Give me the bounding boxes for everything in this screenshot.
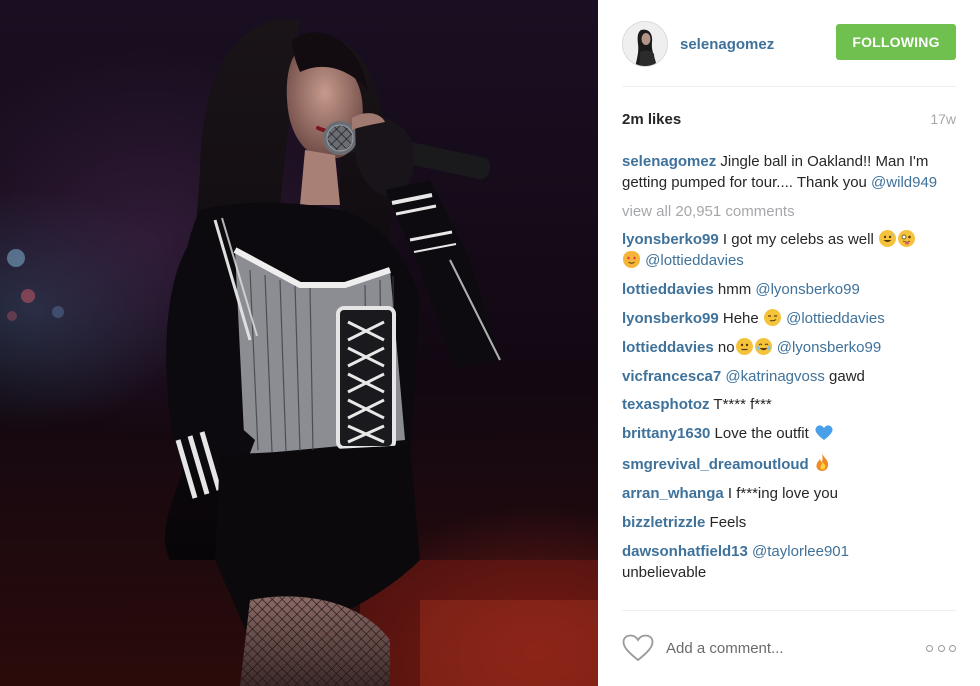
concert-photo <box>7 19 598 686</box>
footer-divider <box>622 610 956 611</box>
fire-emoji-icon <box>814 453 831 472</box>
heart-outline-icon[interactable] <box>622 634 654 662</box>
comment-item: lottieddavies hmm @lyonsberko99 <box>622 280 956 301</box>
comment-username[interactable]: arran_whanga <box>622 485 724 502</box>
blue-heart-emoji-icon <box>814 424 834 441</box>
username-link[interactable]: selenagomez <box>680 36 774 53</box>
caption-mention[interactable]: @wild949 <box>871 174 937 191</box>
post-photo[interactable] <box>0 0 598 686</box>
post-details-panel: selenagomez FOLLOWING 2m likes 17w selen… <box>598 0 980 686</box>
comment-username[interactable]: lyonsberko99 <box>622 310 719 327</box>
comment-mention[interactable]: @lottieddavies <box>645 252 744 269</box>
comment-text: Feels <box>705 514 747 532</box>
more-options-icon[interactable] <box>926 643 956 653</box>
comment-username[interactable]: texasphotoz <box>622 396 710 413</box>
comment-text: Love the outfit <box>710 425 813 443</box>
comment-text: I f***ing love you <box>723 485 838 503</box>
comment-item: texasphotoz T**** f*** <box>622 395 956 416</box>
likes-row: 2m likes 17w <box>622 108 956 130</box>
post-header: selenagomez FOLLOWING <box>622 14 956 74</box>
smirk-emoji-icon <box>763 308 781 326</box>
view-all-comments-link[interactable]: view all 20,951 comments <box>622 202 956 222</box>
comment-username[interactable]: dawsonhatfield13 <box>622 543 748 560</box>
comment-item: lyonsberko99 Hehe @lottieddavies <box>622 308 956 330</box>
comment-username[interactable]: lyonsberko99 <box>622 231 719 248</box>
comment-username[interactable]: smgrevival_dreamoutloud <box>622 456 809 473</box>
comment-item: bizzletrizzle Feels <box>622 513 956 534</box>
comment-footer: Add a comment... <box>622 627 956 669</box>
profile-photo-icon <box>623 22 667 66</box>
comment-username[interactable]: bizzletrizzle <box>622 514 705 531</box>
following-button[interactable]: FOLLOWING <box>836 24 956 60</box>
comment-text <box>809 456 813 473</box>
comment-username[interactable]: lottieddavies <box>622 281 714 298</box>
comment-text-after: gawd <box>824 367 865 385</box>
comment-item: lyonsberko99 I got my celebs as well @lo… <box>622 229 956 271</box>
heart-eyes-cat-emoji-icon <box>623 250 640 268</box>
comments-list: selenagomez Jingle ball in Oakland!! Man… <box>622 152 956 592</box>
comment-item: arran_whanga I f***ing love you <box>622 484 956 505</box>
caption-username[interactable]: selenagomez <box>622 153 716 170</box>
comment-mention[interactable]: @lottieddavies <box>786 310 885 327</box>
comment-text: hmm <box>713 280 756 298</box>
avatar[interactable] <box>622 21 668 67</box>
comment-text: T**** f*** <box>709 396 772 414</box>
comment-text-after: unbelievable <box>622 564 707 581</box>
neutral-face-emoji-icon <box>735 337 753 355</box>
comment-mention[interactable]: @katrinagvoss <box>725 368 824 385</box>
winking-tongue-emoji-icon <box>897 229 915 247</box>
caption: selenagomez Jingle ball in Oakland!! Man… <box>622 152 956 193</box>
comment-item: brittany1630 Love the outfit <box>622 424 956 445</box>
post-timestamp[interactable]: 17w <box>930 111 956 127</box>
comment-mention[interactable]: @taylorlee901 <box>752 543 849 560</box>
comment-item: dawsonhatfield13 @taylorlee901 unbelieva… <box>622 542 956 583</box>
comment-item: smgrevival_dreamoutloud <box>622 453 956 476</box>
comment-username[interactable]: brittany1630 <box>622 425 710 442</box>
comment-text: no <box>713 338 735 356</box>
grinning-sweat-emoji-icon <box>878 229 896 247</box>
likes-count[interactable]: 2m likes <box>622 111 681 128</box>
comment-username[interactable]: vicfrancesca7 <box>622 368 721 385</box>
comment-text: I got my celebs as well <box>718 230 878 248</box>
header-divider <box>622 86 956 87</box>
comment-mention[interactable]: @lyonsberko99 <box>755 281 859 298</box>
comment-mention[interactable]: @lyonsberko99 <box>777 339 881 356</box>
add-comment-input[interactable]: Add a comment... <box>666 640 926 657</box>
tears-of-joy-emoji-icon <box>754 337 772 355</box>
instagram-post: selenagomez FOLLOWING 2m likes 17w selen… <box>0 0 980 686</box>
comment-text: Hehe <box>718 309 763 327</box>
comment-username[interactable]: lottieddavies <box>622 339 714 356</box>
comment-item: lottieddavies no @lyonsberko99 <box>622 337 956 359</box>
comment-item: vicfrancesca7 @katrinagvoss gawd <box>622 367 956 388</box>
